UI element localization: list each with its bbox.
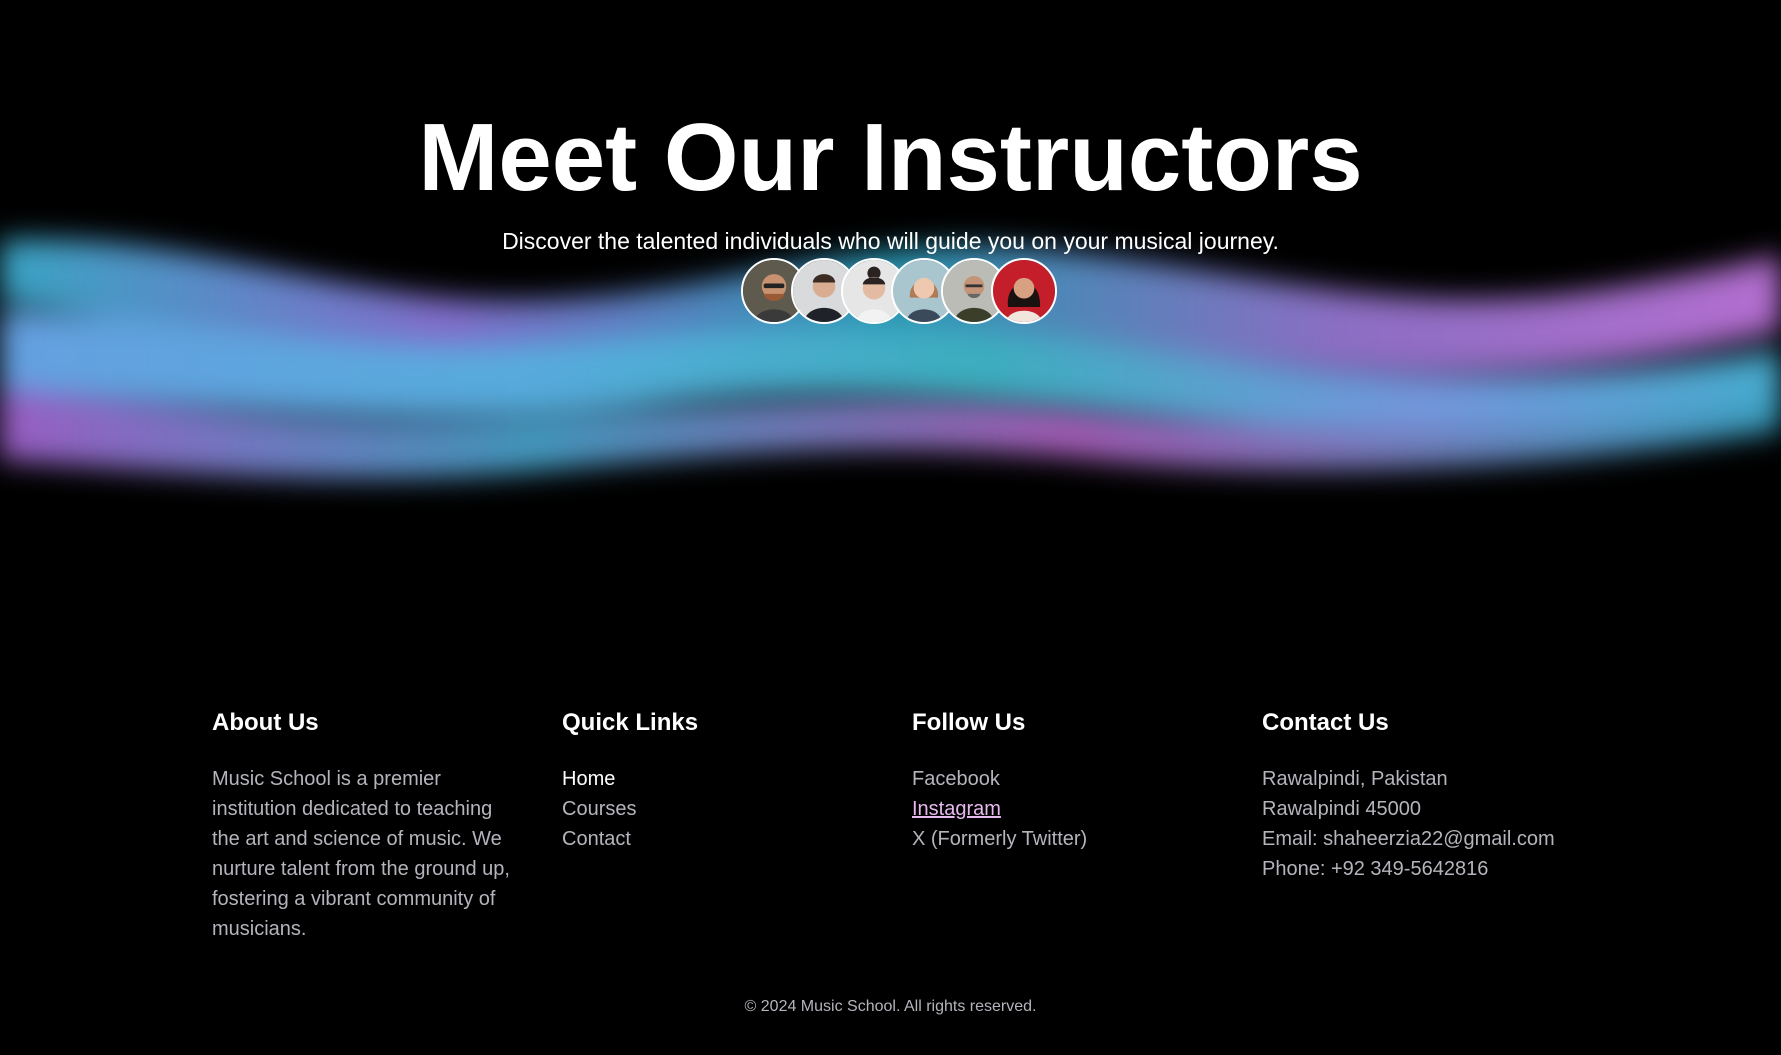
footer-link-facebook[interactable]: Facebook — [912, 764, 1222, 794]
footer-quick-links: Quick Links Home Courses Contact — [562, 706, 912, 944]
footer-contact: Contact Us Rawalpindi, Pakistan Rawalpin… — [1262, 706, 1612, 944]
instructor-avatar-6[interactable] — [991, 258, 1057, 324]
footer-follow-title: Follow Us — [912, 709, 1026, 736]
contact-address-line-2: Rawalpindi 45000 — [1262, 798, 1422, 820]
footer-about-text: Music School is a premier institution de… — [212, 768, 510, 940]
footer: About Us Music School is a premier insti… — [212, 706, 1612, 944]
footer-link-instagram[interactable]: Instagram — [912, 794, 1222, 824]
contact-phone: Phone: +92 349-5642816 — [1262, 858, 1489, 880]
footer-link-courses[interactable]: Courses — [562, 794, 872, 824]
page: Meet Our Instructors Discover the talent… — [0, 0, 1781, 1055]
footer-about-title: About Us — [212, 709, 319, 736]
footer-quick-links-title: Quick Links — [562, 709, 699, 736]
footer-link-x[interactable]: X (Formerly Twitter) — [912, 824, 1222, 854]
footer-contact-title: Contact Us — [1262, 709, 1389, 736]
copyright: © 2024 Music School. All rights reserved… — [744, 998, 1037, 1015]
footer-about: About Us Music School is a premier insti… — [212, 706, 562, 944]
footer-follow: Follow Us Facebook Instagram X (Formerly… — [912, 706, 1262, 944]
page-subtitle: Discover the talented individuals who wi… — [502, 228, 1279, 254]
footer-link-contact[interactable]: Contact — [562, 824, 872, 854]
contact-email: Email: shaheerzia22@gmail.com — [1262, 828, 1555, 850]
contact-address-line-1: Rawalpindi, Pakistan — [1262, 768, 1448, 790]
page-title: Meet Our Instructors — [418, 104, 1363, 211]
footer-link-home[interactable]: Home — [562, 764, 872, 794]
instructor-avatars — [741, 258, 1057, 328]
